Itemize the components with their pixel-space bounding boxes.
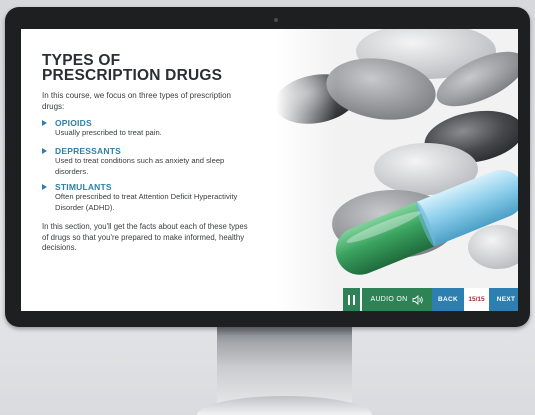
course-nav-bar: AUDIO ON BACK 15/15 NEXT [343,288,518,311]
triangle-bullet-icon [42,148,47,154]
drug-name: STIMULANTS [55,182,112,192]
drug-description: Often prescribed to treat Attention Defi… [55,192,238,212]
pause-icon [348,294,355,305]
drug-item-opioids: OPIOIDS Usually prescribed to treat pain… [42,118,257,139]
pills-image [276,29,518,311]
outro-text: In this section, you'll get the facts ab… [42,222,248,252]
speaker-icon [412,294,423,305]
pause-button[interactable] [343,288,360,311]
slide-title-line-2: PRESCRIPTION DRUGS [42,67,223,84]
slide-title: TYPES OF PRESCRIPTION DRUGS [42,52,262,84]
audio-toggle-button[interactable]: AUDIO ON [362,288,432,311]
drug-description: Used to treat conditions such as anxiety… [55,156,225,176]
triangle-bullet-icon [42,120,47,126]
drug-description: Usually prescribed to treat pain. [55,128,162,137]
back-button[interactable]: BACK [432,288,464,311]
monitor-stand-shadow [217,327,352,335]
intro-text: In this course, we focus on three types … [42,91,231,111]
drug-item-stimulants: STIMULANTS Often prescribed to treat Att… [42,182,257,213]
camera-dot [274,18,278,22]
audio-label: AUDIO ON [370,296,408,303]
page-counter: 15/15 [464,288,489,311]
drug-name: OPIOIDS [55,118,92,128]
next-button[interactable]: NEXT [489,288,518,311]
triangle-bullet-icon [42,184,47,190]
drug-name: DEPRESSANTS [55,146,121,156]
drug-item-depressants: DEPRESSANTS Used to treat conditions suc… [42,146,257,177]
course-slide: TYPES OF PRESCRIPTION DRUGS In this cour… [21,29,518,311]
slide-title-line-1: TYPES OF [42,52,121,69]
